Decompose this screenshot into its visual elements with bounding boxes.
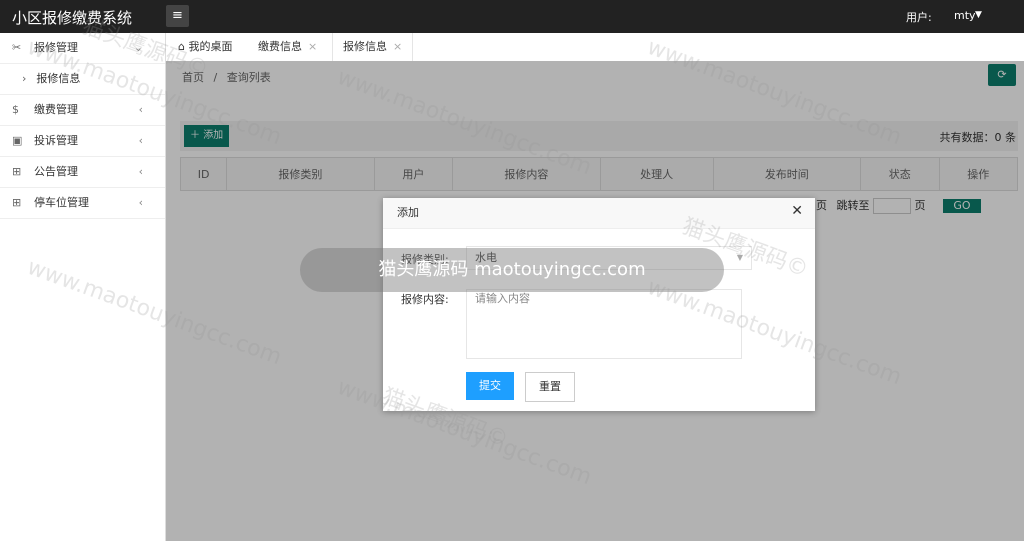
- close-icon[interactable]: ×: [308, 40, 317, 53]
- tab-payment[interactable]: 缴费信息 ×: [248, 33, 327, 61]
- user-label: 用户:: [906, 11, 932, 24]
- book-icon: ⊞: [12, 196, 22, 209]
- sidebar: ✂ 报修管理 ⌄ › 报修信息 $ 缴费管理 ‹ ▣ 投诉管理 ‹ ⊞ 公告管理 ‹ ⊞ 停…: [0, 33, 166, 541]
- book-icon: ⊞: [12, 165, 22, 178]
- chevron-left-icon: ‹: [138, 103, 143, 116]
- caret-down-icon: ▼: [736, 253, 743, 262]
- sidebar-subitem-repair-info[interactable]: › 报修信息: [0, 64, 165, 95]
- chevron-right-icon: ›: [22, 72, 27, 85]
- home-icon: ⌂: [178, 40, 185, 53]
- sidebar-item-complaint[interactable]: ▣ 投诉管理 ‹: [0, 126, 165, 157]
- content-label: 报修内容:: [401, 293, 449, 306]
- sidebar-item-repair[interactable]: ✂ 报修管理 ⌄: [0, 33, 165, 64]
- chevron-left-icon: ‹: [138, 196, 143, 209]
- close-icon[interactable]: ✕: [791, 203, 803, 219]
- add-dialog: 添加 ✕ 报修类别: 水电 ▼ 报修内容: 请输入内容 提交 重置: [383, 198, 815, 411]
- user-name[interactable]: mty: [954, 9, 976, 22]
- reset-button[interactable]: 重置: [525, 372, 575, 402]
- tab-repair[interactable]: 报修信息 ×: [332, 33, 414, 61]
- top-bar: 小区报修缴费系统 ≡ 用户: mty ▼: [0, 0, 1024, 33]
- chevron-down-icon: ⌄: [133, 41, 143, 54]
- hamburger-icon[interactable]: ≡: [166, 5, 189, 27]
- tools-icon: ✂: [12, 41, 22, 54]
- caret-down-icon[interactable]: ▼: [975, 10, 982, 20]
- tab-bar: ⌂ 我的桌面 缴费信息 × 报修信息 ×: [166, 33, 1024, 62]
- sidebar-item-payment[interactable]: $ 缴费管理 ‹: [0, 95, 165, 126]
- sidebar-item-notice[interactable]: ⊞ 公告管理 ‹: [0, 157, 165, 188]
- chevron-left-icon: ‹: [138, 165, 143, 178]
- chevron-left-icon: ‹: [138, 134, 143, 147]
- sidebar-item-parking[interactable]: ⊞ 停车位管理 ‹: [0, 188, 165, 219]
- dollar-icon: $: [12, 103, 19, 116]
- dialog-title: 添加: [383, 198, 815, 229]
- clipboard-icon: ▣: [12, 134, 23, 147]
- content-textarea[interactable]: 请输入内容: [466, 289, 742, 359]
- app-title: 小区报修缴费系统: [12, 9, 133, 27]
- submit-button[interactable]: 提交: [466, 372, 514, 400]
- close-icon[interactable]: ×: [393, 40, 402, 53]
- watermark-band: 猫头鹰源码 maotouyingcc.com: [300, 248, 724, 292]
- tab-desktop[interactable]: ⌂ 我的桌面: [168, 33, 242, 61]
